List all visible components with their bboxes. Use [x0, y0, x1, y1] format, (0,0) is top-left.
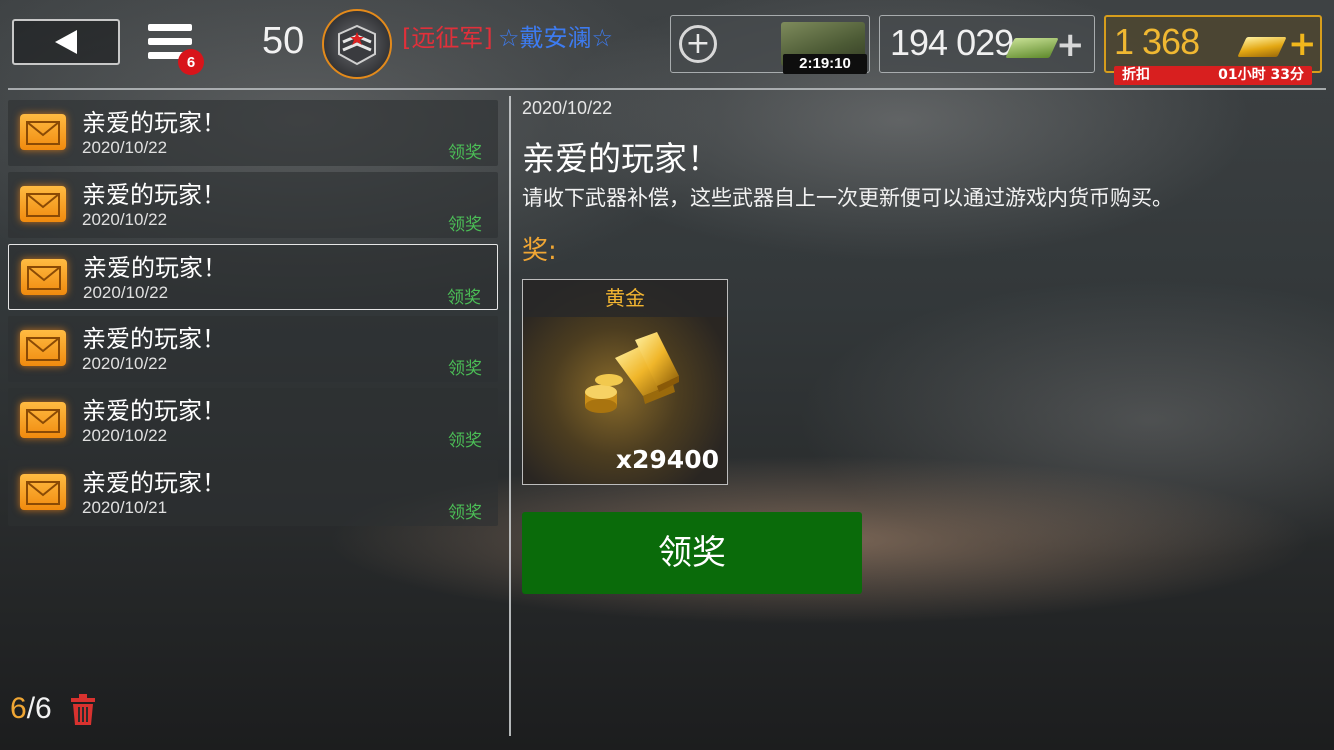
- reward-quantity: x29400: [615, 445, 719, 474]
- mail-title: 亲爱的玩家！: [83, 254, 227, 282]
- back-arrow-icon: [55, 30, 77, 54]
- gold-balance-box[interactable]: 1 368 + 折扣 01小时 33分: [1104, 15, 1322, 85]
- top-bar: 6 50 [远征军] ☆戴安澜☆ + 2:19:10 194 029 + 1 3…: [0, 0, 1334, 90]
- mail-date: 2020/10/21: [82, 498, 168, 517]
- menu-notification-badge: 6: [178, 49, 204, 75]
- mail-title: 亲爱的玩家！: [82, 181, 226, 209]
- top-divider: [8, 88, 1326, 90]
- tank-offer-box[interactable]: + 2:19:10: [670, 15, 870, 74]
- menu-icon: [148, 24, 192, 31]
- mail-date: 2020/10/22: [82, 354, 168, 373]
- envelope-icon: [21, 259, 67, 295]
- mail-list-item[interactable]: 亲爱的玩家！ 2020/10/22 领奖: [8, 172, 498, 238]
- panel-divider: [509, 96, 511, 736]
- envelope-icon: [20, 186, 66, 222]
- envelope-icon: [20, 474, 66, 510]
- back-button[interactable]: [12, 19, 120, 65]
- cash-balance: 194 029: [890, 22, 1014, 63]
- add-cash-icon[interactable]: +: [1056, 28, 1085, 62]
- reward-name: 黄金: [523, 280, 727, 317]
- discount-label: 折扣: [1122, 67, 1150, 83]
- mail-title: 亲爱的玩家！: [82, 469, 226, 497]
- envelope-icon: [20, 330, 66, 366]
- gold-pile-icon: [579, 332, 709, 422]
- mail-claim-label: 领奖: [448, 431, 482, 451]
- menu-icon-bar: [148, 38, 192, 45]
- reward-card: 黄金 x29400: [522, 279, 728, 485]
- discount-strip: 折扣 01小时 33分: [1114, 66, 1312, 85]
- mail-date: 2020/10/22: [82, 426, 168, 445]
- mail-list-item[interactable]: 亲爱的玩家！ 2020/10/22 领奖: [8, 100, 498, 166]
- mail-claim-label: 领奖: [448, 143, 482, 163]
- mail-counter-total: 6: [35, 692, 52, 725]
- mail-date: 2020/10/22: [82, 210, 168, 229]
- rank-insignia-icon[interactable]: [322, 9, 392, 79]
- mail-claim-label: 领奖: [448, 215, 482, 235]
- player-level: 50: [262, 20, 305, 62]
- mail-date: 2020/10/22: [82, 138, 168, 157]
- add-gold-icon[interactable]: +: [1288, 27, 1317, 61]
- cash-balance-box[interactable]: 194 029 +: [879, 15, 1095, 73]
- envelope-icon: [20, 114, 66, 150]
- mail-list: 亲爱的玩家！ 2020/10/22 领奖 亲爱的玩家！ 2020/10/22 领…: [8, 100, 498, 532]
- mail-counter: 6/6: [10, 692, 52, 726]
- player-name: ☆戴安澜☆: [498, 24, 614, 52]
- add-icon[interactable]: +: [679, 25, 717, 63]
- mail-list-item[interactable]: 亲爱的玩家！ 2020/10/22 领奖: [8, 388, 498, 454]
- gold-bar-icon: [1237, 37, 1287, 57]
- gold-balance: 1 368: [1114, 21, 1200, 62]
- mail-claim-label: 领奖: [448, 503, 482, 523]
- detail-title: 亲爱的玩家！: [522, 139, 720, 178]
- discount-timer: 01小时 33分: [1218, 67, 1304, 83]
- tank-offer-timer: 2:19:10: [783, 54, 867, 74]
- trash-icon[interactable]: [70, 694, 96, 726]
- mail-counter-current: 6: [10, 692, 27, 725]
- mail-list-item-selected[interactable]: 亲爱的玩家！ 2020/10/22 领奖: [8, 244, 498, 310]
- mail-counter-separator: /: [26, 692, 36, 725]
- player-clan-tag: [远征军]: [402, 24, 493, 52]
- mail-claim-label: 领奖: [448, 359, 482, 379]
- detail-date: 2020/10/22: [522, 98, 613, 118]
- reward-label: 奖:: [522, 236, 557, 266]
- detail-body: 请收下武器补偿，这些武器自上一次更新便可以通过游戏内货币购买。: [522, 186, 1173, 210]
- claim-reward-button[interactable]: 领奖: [522, 512, 862, 594]
- mail-title: 亲爱的玩家！: [82, 397, 226, 425]
- mail-claim-label: 领奖: [447, 288, 481, 308]
- mail-list-item[interactable]: 亲爱的玩家！ 2020/10/21 领奖: [8, 460, 498, 526]
- mail-title: 亲爱的玩家！: [82, 325, 226, 353]
- mail-list-item[interactable]: 亲爱的玩家！ 2020/10/22 领奖: [8, 316, 498, 382]
- envelope-icon: [20, 402, 66, 438]
- mail-title: 亲爱的玩家！: [82, 109, 226, 137]
- mail-date: 2020/10/22: [83, 283, 169, 302]
- cash-icon: [1005, 38, 1059, 58]
